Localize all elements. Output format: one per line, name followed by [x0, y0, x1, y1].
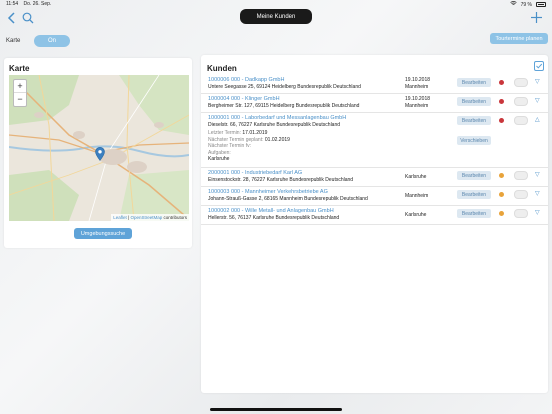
edit-button[interactable]: Bearbeiten	[457, 97, 491, 106]
zoom-control: + −	[13, 79, 27, 107]
select-toggle[interactable]	[514, 171, 528, 180]
expand-chevron-icon[interactable]: ▽	[535, 209, 540, 216]
search-icon	[22, 12, 34, 24]
detail-label: Letzter Termin:	[208, 130, 241, 136]
detail-line: Aufgaben:	[208, 150, 231, 156]
back-button[interactable]	[7, 12, 17, 26]
status-bar: 11:54 Do. 26. Sep. 79 %	[0, 0, 552, 8]
map-panel: Karte + − Leaflet | OpenStreetMap contri…	[4, 58, 192, 248]
customer-address: Einsenstockstr. 28, 76227 Karlsruhe Bund…	[208, 177, 354, 183]
map-marker-icon[interactable]	[95, 147, 105, 161]
status-dot	[499, 211, 504, 216]
customer-city: Karlsruhe	[405, 212, 427, 218]
customer-row[interactable]: 1000006 000 - Dadkapp GmbH Untere Seegass…	[201, 75, 548, 94]
expand-chevron-icon[interactable]: ▽	[535, 78, 540, 85]
status-dot	[499, 192, 504, 197]
page-title: Meine Kunden	[240, 9, 312, 24]
osm-link[interactable]: OpenStreetMap	[130, 215, 162, 220]
customer-city: Mannheim	[405, 84, 429, 90]
expand-chevron-icon[interactable]: △	[535, 116, 540, 123]
battery-percent: 79 %	[520, 1, 532, 8]
customer-address: Untere Seegasse 25, 69124 Heidelberg Bun…	[208, 84, 361, 90]
status-dot	[499, 99, 504, 104]
edit-button[interactable]: Bearbeiten	[457, 116, 491, 125]
attribution-contributors: contributors	[163, 215, 187, 220]
map-toggle[interactable]: On	[34, 35, 70, 47]
detail-line: Nächster Termin geplant: 01.02.2019	[208, 137, 290, 143]
karte-toggle-label: Karte	[6, 38, 21, 44]
select-all-checkbox[interactable]	[534, 61, 544, 71]
zoom-out-button[interactable]: −	[14, 93, 26, 106]
edit-button[interactable]: Bearbeiten	[457, 190, 491, 199]
home-indicator	[210, 408, 342, 411]
select-toggle[interactable]	[514, 97, 528, 106]
attribution-separator: |	[128, 215, 130, 220]
map-panel-title: Karte	[9, 64, 30, 73]
wifi-icon	[509, 1, 517, 8]
expand-chevron-icon[interactable]: ▽	[535, 171, 540, 178]
status-dot	[499, 118, 504, 123]
detail-value: 01.02.2019	[264, 136, 290, 143]
customer-address: Bergheimer Str. 127, 69115 Heidelberg Bu…	[208, 103, 360, 109]
search-button[interactable]	[22, 11, 36, 25]
detail-label: Nächster Termin geplant:	[208, 136, 264, 143]
customers-panel: Kunden 1000006 000 - Dadkapp GmbH Untere …	[201, 55, 548, 393]
customer-name-link[interactable]: 1000006 000 - Dadkapp GmbH	[208, 77, 284, 83]
expand-chevron-icon[interactable]: ▽	[535, 190, 540, 197]
customer-city: Karlsruhe	[405, 174, 427, 180]
customer-row[interactable]: 1000003 000 - Mannheimer Verkehrsbetrieb…	[201, 187, 548, 206]
detail-value: Karlsruhe	[208, 156, 230, 162]
select-toggle[interactable]	[514, 78, 528, 87]
customer-name-link[interactable]: 1000002 000 - Wille Metall- und Anlagenb…	[208, 208, 334, 214]
status-time: 11:54	[6, 1, 19, 7]
customer-city: Mannheim	[405, 193, 429, 199]
battery-icon	[536, 2, 546, 7]
customer-row[interactable]: 1000001 000 - Laborbedarf und Messanlage…	[201, 113, 548, 168]
detail-value: 17.01.2019	[242, 130, 268, 136]
edit-button[interactable]: Bearbeiten	[457, 209, 491, 218]
status-date: Do. 26. Sep.	[23, 1, 52, 7]
status-dot	[499, 80, 504, 85]
detail-line: Nächster Termin fv:	[208, 143, 251, 149]
customer-last-date: 19.10.2018	[405, 96, 431, 102]
edit-button[interactable]: Bearbeiten	[457, 78, 491, 87]
detail-line: Letzter Termin: 17.01.2019	[208, 130, 267, 136]
detail-line: Karlsruhe	[208, 156, 229, 162]
zoom-in-button[interactable]: +	[14, 80, 26, 93]
add-customer-button[interactable]	[530, 11, 544, 25]
edit-button[interactable]: Bearbeiten	[457, 171, 491, 180]
move-button[interactable]: Verschieben	[457, 136, 491, 145]
detail-label: Nächster Termin fv:	[208, 143, 251, 149]
nearby-search-button[interactable]: Umgebungssuche	[74, 228, 132, 239]
customer-row[interactable]: 2000001 000 - Industriebedarf Karl AG Ein…	[201, 168, 548, 187]
customer-row[interactable]: 1000004 000 - Klinger GmbH Bergheimer Str…	[201, 94, 548, 113]
detail-label: Aufgaben:	[208, 149, 231, 156]
customer-city: Mannheim	[405, 103, 429, 109]
map-attribution: Leaflet | OpenStreetMap contributors	[111, 214, 189, 221]
customer-name-link[interactable]: 1000001 000 - Laborbedarf und Messanlage…	[208, 115, 346, 121]
customer-address: Johann-Strauß-Gasse 2, 68165 Mannheim Bu…	[208, 196, 368, 202]
checkmark-icon	[536, 63, 543, 69]
customer-name-link[interactable]: 1000003 000 - Mannheimer Verkehrsbetrieb…	[208, 189, 328, 195]
chevron-left-icon	[7, 12, 15, 24]
customer-row[interactable]: 1000002 000 - Wille Metall- und Anlagenb…	[201, 206, 548, 225]
plan-tour-button[interactable]: Tourtermine planen	[490, 33, 548, 44]
customer-name-link[interactable]: 2000001 000 - Industriebedarf Karl AG	[208, 170, 302, 176]
customers-panel-title: Kunden	[207, 64, 237, 73]
customer-address: Hellerstr. 56, 76137 Karlsruhe Bundesrep…	[208, 215, 340, 221]
customer-address: Dieselstr. 66, 76227 Karlsruhe Bundesrep…	[208, 122, 341, 128]
select-toggle[interactable]	[514, 116, 528, 125]
select-toggle[interactable]	[514, 209, 528, 218]
leaflet-link[interactable]: Leaflet	[113, 215, 127, 220]
select-toggle[interactable]	[514, 190, 528, 199]
customer-last-date: 19.10.2018	[405, 77, 431, 83]
plus-icon	[531, 12, 542, 23]
status-dot	[499, 173, 504, 178]
expand-chevron-icon[interactable]: ▽	[535, 97, 540, 104]
customer-name-link[interactable]: 1000004 000 - Klinger GmbH	[208, 96, 280, 102]
map-view[interactable]: + − Leaflet | OpenStreetMap contributors	[9, 75, 189, 221]
